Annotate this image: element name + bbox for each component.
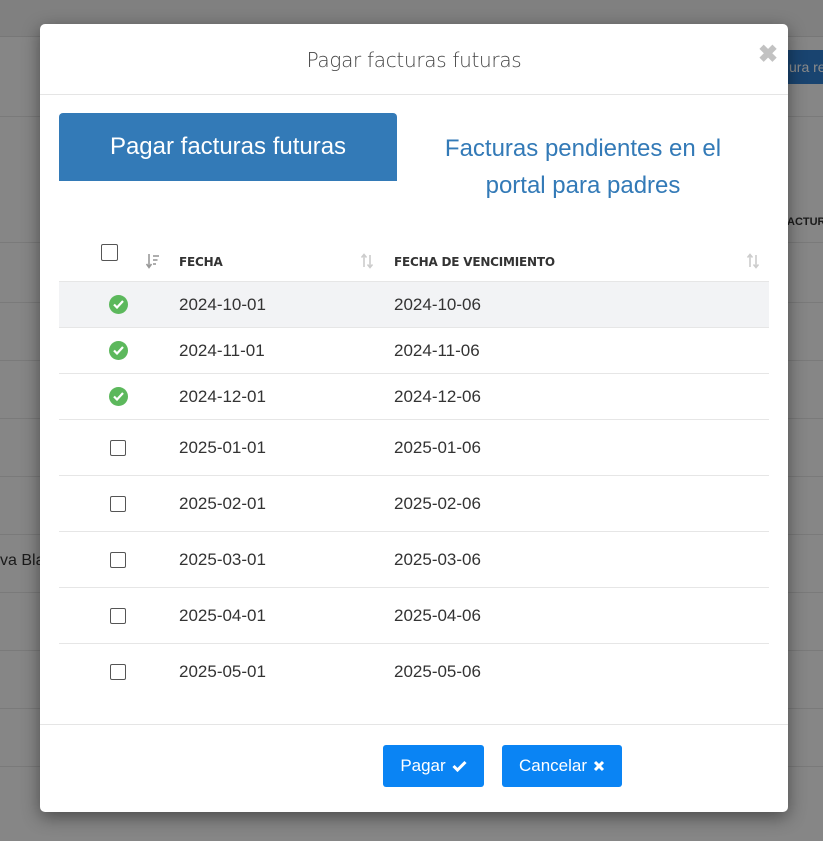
cell-fecha: 2025-02-01 [179,493,266,513]
sort-icon[interactable] [360,253,374,269]
row-check[interactable] [108,282,128,327]
cell-fecha: 2025-03-01 [179,549,266,569]
cell-vencimiento: 2025-01-06 [394,437,481,457]
cell-vencimiento: 2024-10-06 [394,294,481,314]
cell-fecha: 2025-05-01 [179,661,266,681]
pay-future-invoices-modal: Pagar facturas futuras ✖ Pagar facturas … [40,24,788,812]
tab-label-line1: Facturas pendientes en el [444,135,722,162]
select-all-checkbox[interactable] [101,244,118,261]
checkbox-icon [110,439,126,456]
cell-fecha: 2024-12-01 [179,386,266,406]
tab-pagar-facturas-futuras[interactable]: Pagar facturas futuras [59,113,397,181]
cell-fecha: 2025-01-01 [179,437,266,457]
modal-footer: Pagar Cancelar [40,724,788,813]
table-row[interactable]: 2025-05-01 2025-05-06 [59,643,769,699]
pay-button[interactable]: Pagar [383,745,484,787]
table-row[interactable]: 2024-12-01 2024-12-06 [59,373,769,419]
checkbox-icon [110,495,126,512]
sort-icon[interactable] [746,253,760,269]
table-row[interactable]: 2025-03-01 2025-03-06 [59,531,769,587]
modal-header: Pagar facturas futuras ✖ [40,24,788,95]
check-circle-icon [108,341,128,360]
cell-vencimiento: 2025-03-06 [394,549,481,569]
row-checkbox[interactable] [108,532,128,587]
tab-label-line2: portal para padres [485,172,681,199]
close-icon[interactable]: ✖ [757,43,779,67]
check-circle-icon [108,295,128,314]
check-icon [452,760,467,772]
modal-title: Pagar facturas futuras [306,48,522,72]
cancel-button-label: Cancelar [518,756,588,775]
row-check[interactable] [108,374,128,419]
table-row[interactable]: 2024-10-01 2024-10-06 [59,281,769,327]
pay-button-label: Pagar [400,756,446,775]
checkbox-icon [110,607,126,624]
times-icon [593,760,605,772]
checkbox-icon [110,551,126,568]
row-checkbox[interactable] [108,588,128,643]
cell-vencimiento: 2024-11-06 [394,340,480,360]
cell-fecha: 2024-11-01 [179,340,265,360]
cell-vencimiento: 2025-04-06 [394,605,481,625]
table-row[interactable]: 2025-01-01 2025-01-06 [59,419,769,475]
cell-vencimiento: 2024-12-06 [394,386,481,406]
cell-vencimiento: 2025-05-06 [394,661,481,681]
table-row[interactable]: 2025-04-01 2025-04-06 [59,587,769,643]
table-row[interactable]: 2024-11-01 2024-11-06 [59,327,769,373]
cell-fecha: 2024-10-01 [179,294,266,314]
column-header-fecha[interactable]: FECHA [179,255,223,269]
row-checkbox[interactable] [108,476,128,531]
table-header: FECHA FECHA DE VENCIMIENTO [59,236,769,281]
row-check[interactable] [108,328,128,373]
invoices-table: FECHA FECHA DE VENCIMIENTO 2024-10-01 20… [59,236,769,699]
row-checkbox[interactable] [108,420,128,475]
sort-descending-icon[interactable] [146,253,160,269]
cancel-button[interactable]: Cancelar [502,745,622,787]
cell-vencimiento: 2025-02-06 [394,493,481,513]
row-checkbox[interactable] [108,644,128,699]
check-circle-icon [108,387,128,406]
cell-fecha: 2025-04-01 [179,605,266,625]
tab-facturas-pendientes[interactable]: Facturas pendientes en el portal para pa… [397,130,769,204]
column-header-fecha-vencimiento[interactable]: FECHA DE VENCIMIENTO [394,255,555,269]
table-row[interactable]: 2025-02-01 2025-02-06 [59,475,769,531]
checkbox-icon [110,663,126,680]
